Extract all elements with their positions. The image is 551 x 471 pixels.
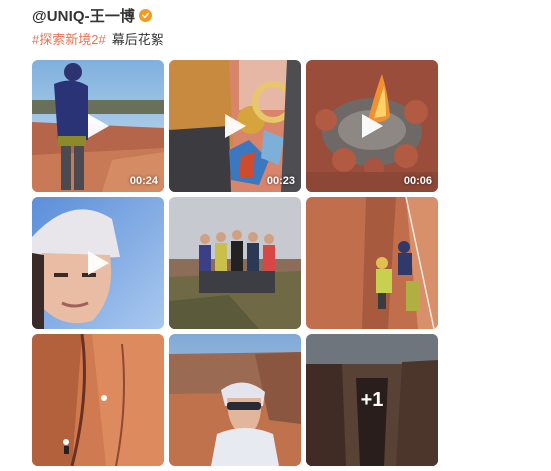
media-tile-video-1[interactable]: 00:24 [32, 60, 164, 192]
media-tile-image-8[interactable] [169, 334, 301, 466]
media-tile-image-6[interactable] [306, 197, 438, 329]
media-tile-video-2[interactable]: 00:23 [169, 60, 301, 192]
video-duration: 00:24 [129, 175, 158, 187]
post-header: @UNIQ-王一博 [32, 5, 153, 26]
topic-tag-link[interactable]: #探索新境2# [32, 29, 106, 48]
play-icon [362, 114, 383, 138]
group-photo-thumbnail [169, 197, 301, 329]
post-text: #探索新境2# 幕后花絮 [32, 29, 164, 48]
post-caption: 幕后花絮 [111, 32, 164, 47]
video-duration: 00:23 [266, 175, 295, 187]
media-tile-image-5[interactable] [169, 197, 301, 329]
media-tile-image-7[interactable] [32, 334, 164, 466]
verified-badge-icon [139, 8, 153, 22]
climbers-on-wall-thumbnail [306, 197, 438, 329]
canyon-selfie-thumbnail [169, 334, 301, 466]
more-media-overlay[interactable]: +1 [306, 334, 438, 466]
play-icon [88, 251, 109, 275]
media-tile-image-9[interactable]: +1 [306, 334, 438, 466]
red-rock-crack-thumbnail [32, 334, 164, 466]
play-icon [225, 114, 246, 138]
media-tile-video-3[interactable]: 00:06 [306, 60, 438, 192]
play-icon [88, 114, 109, 138]
media-grid: 00:24 00:23 00:06 +1 [32, 60, 438, 468]
author-name[interactable]: @UNIQ-王一博 [32, 5, 135, 26]
media-tile-video-4[interactable] [32, 197, 164, 329]
video-duration: 00:06 [403, 175, 432, 187]
